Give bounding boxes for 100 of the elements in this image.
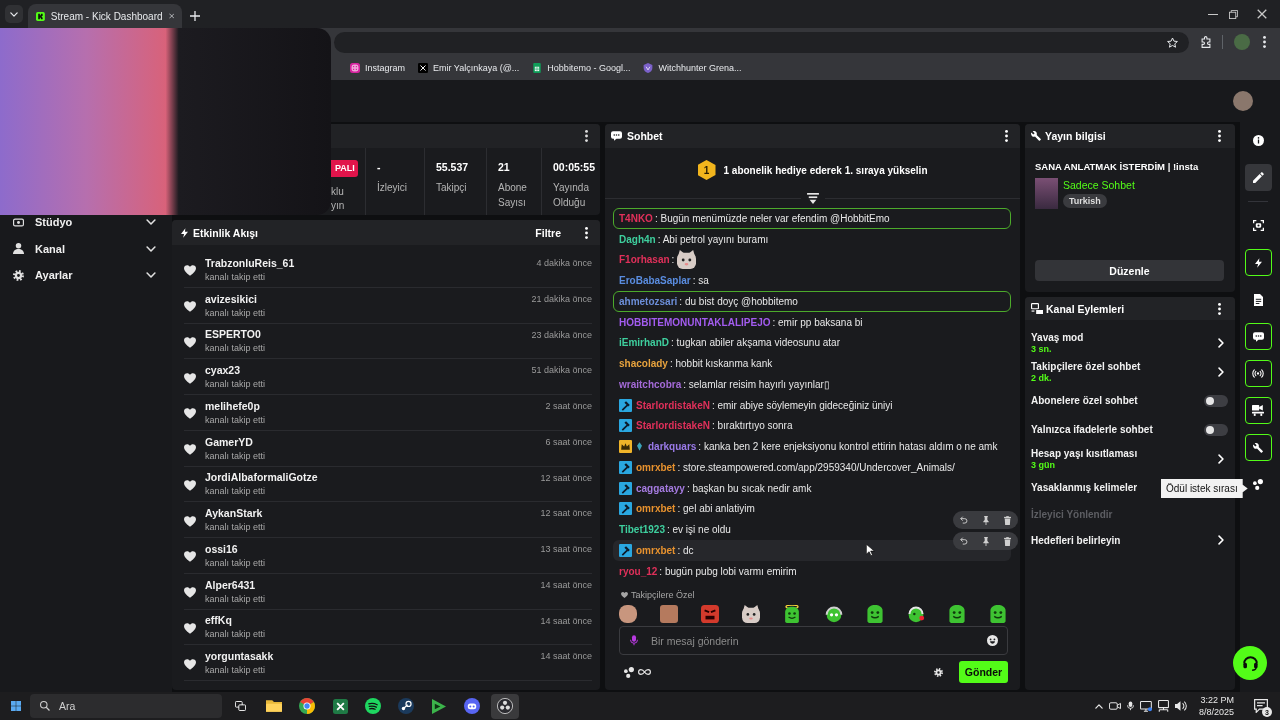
chevron-right-icon[interactable]: [1218, 337, 1224, 348]
rail-button[interactable]: [1244, 360, 1272, 387]
sidebar-item[interactable]: Stüdyo: [0, 215, 172, 229]
more-icon[interactable]: [1218, 130, 1221, 142]
rail-button[interactable]: [1244, 323, 1272, 350]
star-icon[interactable]: [1167, 36, 1178, 48]
emoji-icon[interactable]: [987, 635, 998, 646]
restore-icon[interactable]: [1229, 9, 1238, 19]
app-icon[interactable]: [398, 698, 414, 714]
task-view-icon[interactable]: [235, 701, 246, 711]
more-icon[interactable]: [585, 130, 588, 142]
sidebar-item[interactable]: Ayarlar: [0, 268, 172, 282]
microphone-icon[interactable]: [1126, 701, 1134, 711]
chat-username[interactable]: darkquars: [648, 441, 697, 453]
bookmark[interactable]: Emir Yalçınkaya (@...: [418, 63, 520, 73]
chevron-up-icon[interactable]: [1094, 703, 1103, 709]
plus-icon[interactable]: [190, 11, 200, 21]
chat-username[interactable]: omrxbet: [636, 544, 676, 556]
document-icon[interactable]: [1253, 293, 1263, 306]
more-icon[interactable]: [1005, 130, 1008, 142]
close-icon[interactable]: [1257, 9, 1267, 19]
undo-icon[interactable]: [960, 537, 969, 545]
headphones-emote-icon[interactable]: [824, 604, 843, 623]
setting-label[interactable]: Takipçilere özel sohbet: [1031, 360, 1218, 372]
settings-icon[interactable]: [934, 667, 943, 677]
notification-icon[interactable]: [1254, 699, 1268, 713]
chevron-right-icon[interactable]: [1218, 453, 1224, 464]
chat-username[interactable]: iEmirhanD: [619, 337, 669, 349]
browser-icon[interactable]: [299, 698, 315, 714]
headset-emote-icon[interactable]: [906, 604, 925, 623]
browser-tab[interactable]: Stream - Kick Dashboard: [28, 4, 182, 28]
filter-button[interactable]: Filtre: [535, 226, 561, 239]
message-input[interactable]: Bir mesaj gönderin: [651, 634, 974, 647]
chat-username[interactable]: Dagh4n: [619, 233, 656, 245]
avatar-icon[interactable]: [1233, 91, 1253, 111]
chat-username[interactable]: omrxbet: [636, 461, 676, 473]
network-icon[interactable]: [1157, 700, 1169, 712]
undo-icon[interactable]: [960, 516, 969, 525]
sidebar-item[interactable]: Kanal: [0, 241, 172, 256]
chat-username[interactable]: wraitchcobra: [619, 378, 682, 390]
chat-username[interactable]: HOBBITEMONUNTAKLALIPEJO: [619, 316, 771, 328]
start-icon[interactable]: [11, 701, 21, 711]
cat-emote-icon[interactable]: [742, 604, 761, 623]
bookmark[interactable]: Witchhunter Grena...: [643, 63, 742, 73]
blob-emote-icon[interactable]: [947, 604, 966, 623]
setting-label[interactable]: Yavaş mod: [1031, 331, 1218, 343]
dots-icon[interactable]: [1253, 479, 1263, 490]
more-icon[interactable]: [585, 226, 588, 239]
puzzle-icon[interactable]: [1201, 36, 1211, 48]
photo-placeholder[interactable]: [619, 604, 637, 623]
scan-icon[interactable]: [1252, 220, 1264, 231]
spreadsheet-icon[interactable]: [332, 698, 348, 714]
toggle-switch[interactable]: [1204, 423, 1228, 436]
category-link[interactable]: Sadece Sohbet: [1063, 179, 1135, 191]
angry-face-emote-icon[interactable]: [701, 604, 720, 623]
play-icon[interactable]: [432, 698, 446, 714]
send-button[interactable]: Gönder: [959, 661, 1008, 683]
halo-blob-emote-icon[interactable]: [783, 604, 802, 623]
minimize-icon[interactable]: [1208, 13, 1218, 15]
blob-emote-icon[interactable]: [989, 604, 1007, 623]
setting-label[interactable]: Hesap yaşı kısıtlaması: [1031, 447, 1218, 459]
taskbar-button[interactable]: [491, 693, 519, 719]
info-icon[interactable]: [1252, 135, 1264, 146]
volume-icon[interactable]: [1174, 701, 1187, 711]
chevron-right-icon[interactable]: [1218, 535, 1224, 546]
chat-username[interactable]: EroBabaSaplar: [619, 275, 691, 287]
more-icon[interactable]: [1218, 302, 1221, 315]
chevron-right-icon[interactable]: [1218, 366, 1224, 377]
search-box[interactable]: Ara: [30, 694, 222, 718]
monitor-icon[interactable]: [1139, 700, 1152, 712]
blob-emote-icon[interactable]: [865, 604, 884, 623]
tab-search-button[interactable]: [5, 5, 23, 23]
chat-username[interactable]: StarlordistakeN: [636, 420, 710, 432]
chat-username[interactable]: caggatayy: [636, 482, 685, 494]
pin-icon[interactable]: [983, 536, 989, 546]
message-composer[interactable]: Bir mesaj gönderin: [619, 626, 1008, 655]
trash-icon[interactable]: [1003, 536, 1011, 546]
rail-button[interactable]: [1244, 397, 1272, 424]
app-icon[interactable]: [365, 698, 381, 714]
photo-placeholder[interactable]: [660, 604, 679, 623]
setting-label[interactable]: Yalnızca ifadelerle sohbet: [1031, 424, 1204, 435]
chat-username[interactable]: T4NKO: [619, 212, 653, 224]
setting-label[interactable]: Abonelere özel sohbet: [1031, 395, 1204, 406]
chat-username[interactable]: StarlordistakeN: [636, 399, 710, 411]
chat-username[interactable]: F1orhasan: [619, 254, 670, 266]
search-input[interactable]: Ara: [59, 700, 222, 712]
app-icon[interactable]: [464, 698, 480, 714]
folder-icon[interactable]: [266, 700, 282, 712]
toggle-switch[interactable]: [1204, 394, 1228, 407]
rail-button[interactable]: [1244, 434, 1272, 461]
trash-icon[interactable]: [1003, 515, 1011, 525]
collapse-icon[interactable]: [806, 193, 819, 204]
rail-button[interactable]: [1244, 249, 1272, 276]
video-camera-icon[interactable]: [1108, 702, 1121, 710]
setting-label[interactable]: Hedefleri belirleyin: [1031, 534, 1218, 546]
bookmark[interactable]: Hobbitemo - Googl...: [532, 63, 631, 73]
rail-button[interactable]: [1244, 164, 1272, 191]
bookmark[interactable]: Instagram: [350, 63, 406, 73]
dots-icon[interactable]: [624, 666, 634, 678]
pin-icon[interactable]: [983, 515, 989, 525]
